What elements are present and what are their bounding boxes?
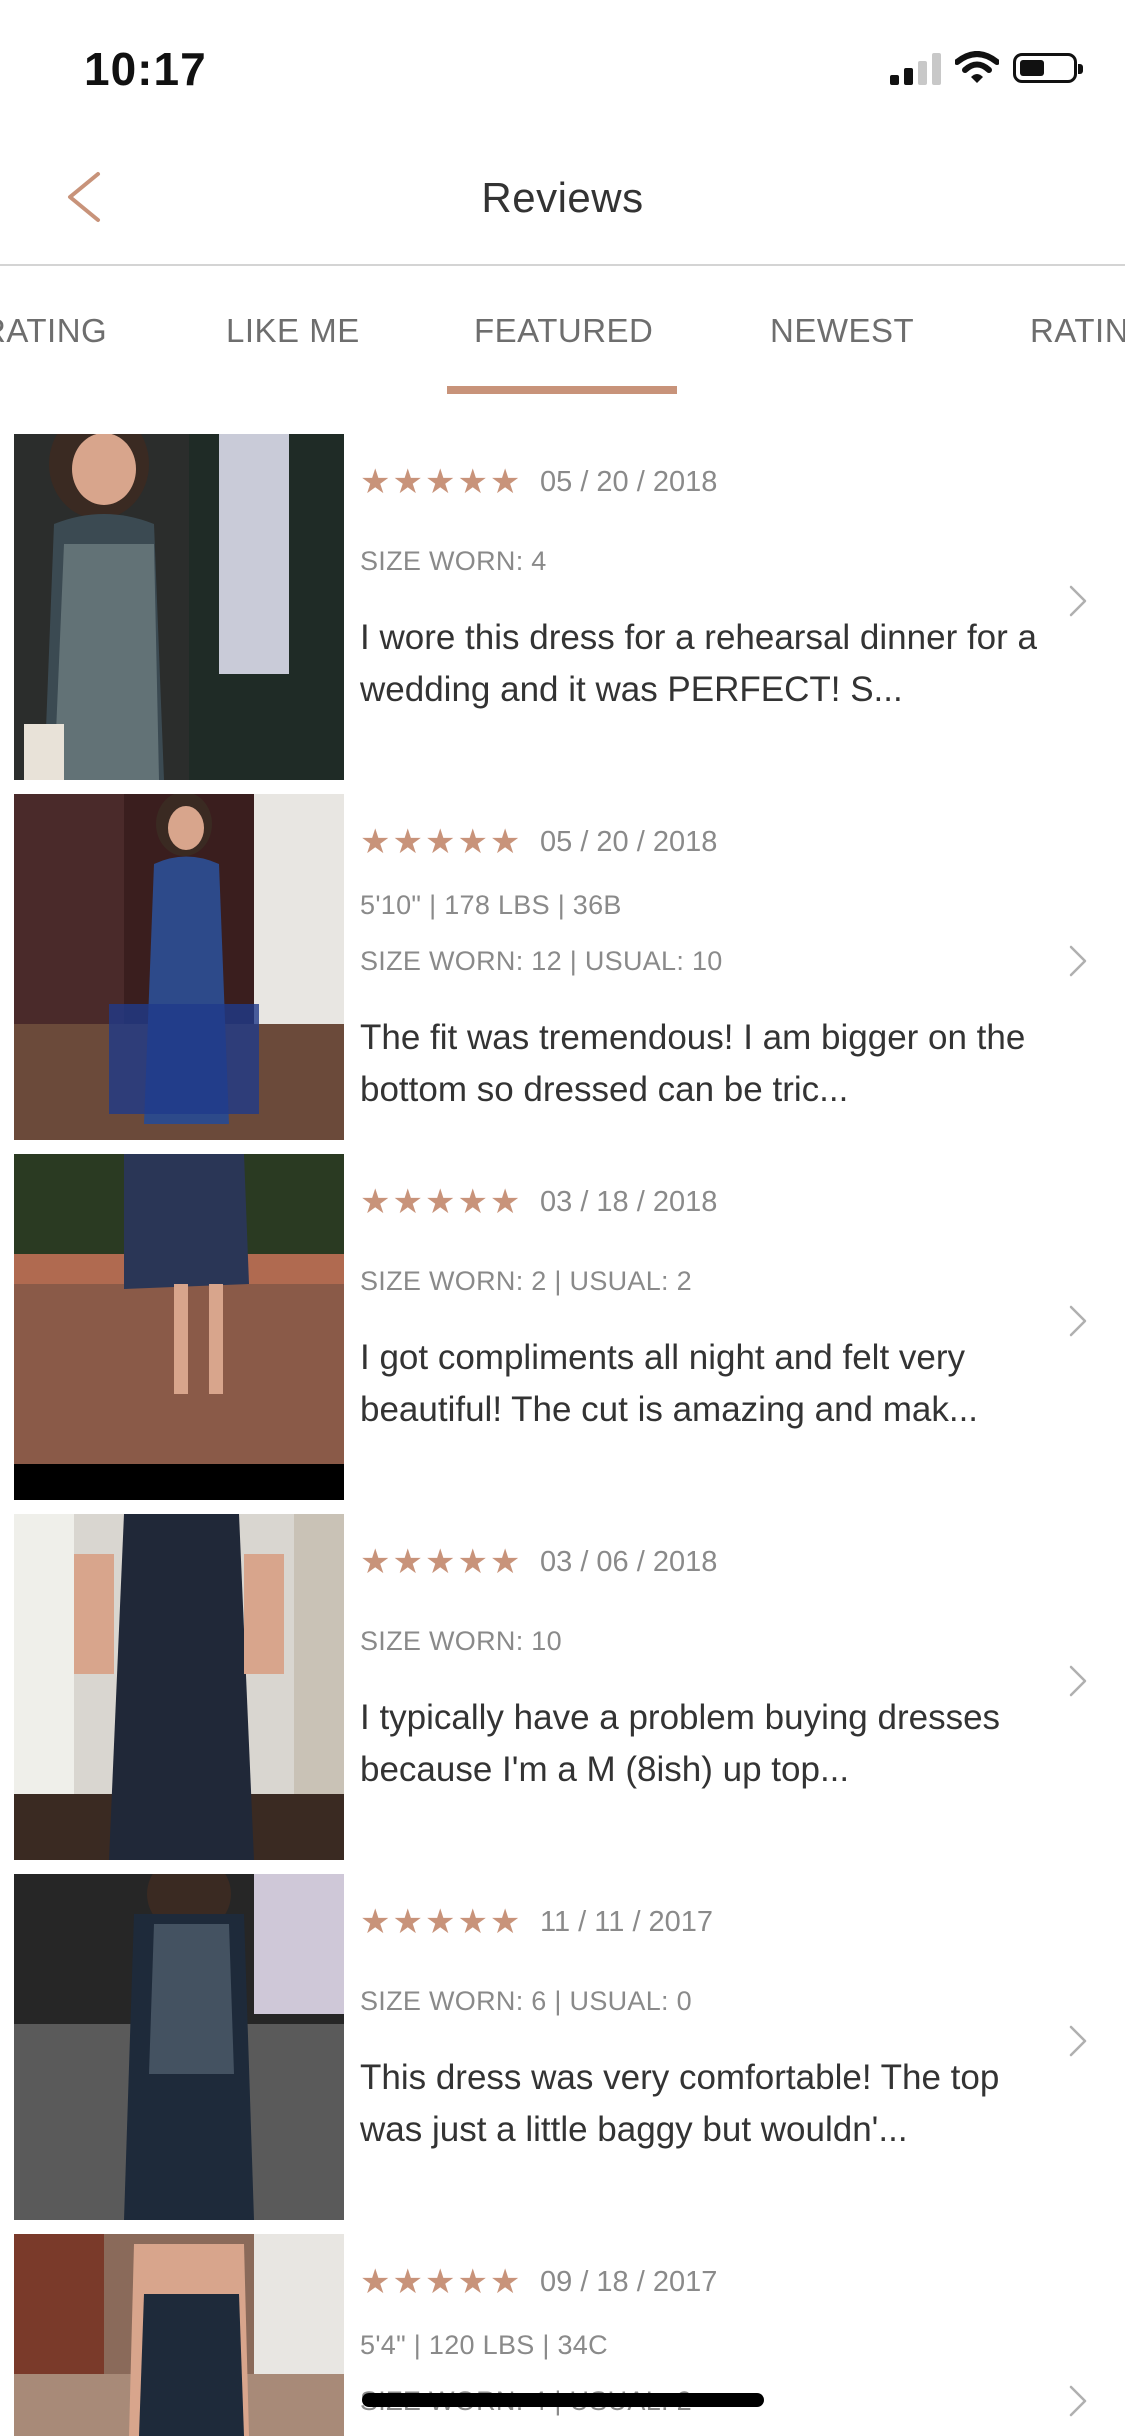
status-time: 10:17 <box>84 43 207 95</box>
star-rating: ★★★★★ <box>360 1903 523 1941</box>
active-tab-indicator <box>447 386 677 394</box>
cellular-signal-icon <box>890 51 941 85</box>
tab-like-me[interactable]: LIKE ME <box>226 312 360 350</box>
star-rating: ★★★★★ <box>360 2263 523 2301</box>
chevron-right-icon <box>1069 2385 1087 2417</box>
review-date: 03 / 06 / 2018 <box>540 1546 718 1578</box>
review-row[interactable]: ★★★★★ 03 / 06 / 2018 SIZE WORN: 10 I typ… <box>0 1514 1125 1860</box>
status-icons <box>890 48 1083 88</box>
tab-rating-right[interactable]: RATING <box>1030 312 1125 350</box>
chevron-right-icon <box>1069 1665 1087 1697</box>
review-date: 09 / 18 / 2017 <box>540 2266 718 2298</box>
review-row[interactable]: ★★★★★ 03 / 18 / 2018 SIZE WORN: 2 | USUA… <box>0 1154 1125 1500</box>
star-rating: ★★★★★ <box>360 1543 523 1581</box>
body-measurements: 5'4" | 120 LBS | 34C <box>360 2330 608 2360</box>
tab-newest[interactable]: NEWEST <box>770 312 914 350</box>
size-info: SIZE WORN: 6 | USUAL: 0 <box>360 1986 692 2016</box>
review-sort-tabs: RATING LIKE ME FEATURED NEWEST RATING <box>0 266 1125 398</box>
review-text: The fit was tremendous! I am bigger on t… <box>360 1018 1026 1109</box>
tab-featured[interactable]: FEATURED <box>474 312 653 350</box>
chevron-right-icon <box>1069 2025 1087 2057</box>
navigation-bar: Reviews <box>0 130 1125 266</box>
chevron-right-icon <box>1069 585 1087 617</box>
review-photo <box>14 2234 344 2436</box>
review-photo <box>14 794 344 1140</box>
chevron-right-icon <box>1069 1305 1087 1337</box>
review-date: 03 / 18 / 2018 <box>540 1186 718 1218</box>
review-row[interactable]: ★★★★★ 11 / 11 / 2017 SIZE WORN: 6 | USUA… <box>0 1874 1125 2220</box>
review-date: 11 / 11 / 2017 <box>540 1906 714 1938</box>
star-rating: ★★★★★ <box>360 823 523 861</box>
size-info: SIZE WORN: 4 <box>360 546 547 576</box>
battery-icon <box>1013 53 1083 83</box>
size-info: SIZE WORN: 10 <box>360 1626 562 1656</box>
review-text: This dress was very comfortable! The top… <box>360 2058 1000 2149</box>
home-indicator[interactable] <box>362 2393 764 2407</box>
review-photo <box>14 1514 344 1860</box>
chevron-right-icon <box>1069 945 1087 977</box>
status-bar: 10:17 <box>0 0 1125 130</box>
review-row[interactable]: ★★★★★ 05 / 20 / 2018 SIZE WORN: 4 I wore… <box>0 434 1125 780</box>
page-title: Reviews <box>481 174 644 221</box>
tab-rating-left[interactable]: RATING <box>0 312 107 350</box>
star-rating: ★★★★★ <box>360 463 523 501</box>
star-rating: ★★★★★ <box>360 1183 523 1221</box>
review-date: 05 / 20 / 2018 <box>540 826 718 858</box>
review-text: I got compliments all night and felt ver… <box>360 1338 979 1429</box>
review-text: I wore this dress for a rehearsal dinner… <box>360 618 1037 709</box>
review-text: I typically have a problem buying dresse… <box>360 1698 1001 1789</box>
review-photo <box>14 1874 344 2220</box>
review-date: 05 / 20 / 2018 <box>540 466 718 498</box>
review-photo <box>14 434 344 780</box>
body-measurements: 5'10" | 178 LBS | 36B <box>360 890 622 920</box>
review-row[interactable]: ★★★★★ 05 / 20 / 2018 5'10" | 178 LBS | 3… <box>0 794 1125 1140</box>
size-info: SIZE WORN: 12 | USUAL: 10 <box>360 946 723 976</box>
wifi-icon <box>955 51 999 83</box>
size-info: SIZE WORN: 2 | USUAL: 2 <box>360 1266 692 1296</box>
review-photo <box>14 1154 344 1500</box>
